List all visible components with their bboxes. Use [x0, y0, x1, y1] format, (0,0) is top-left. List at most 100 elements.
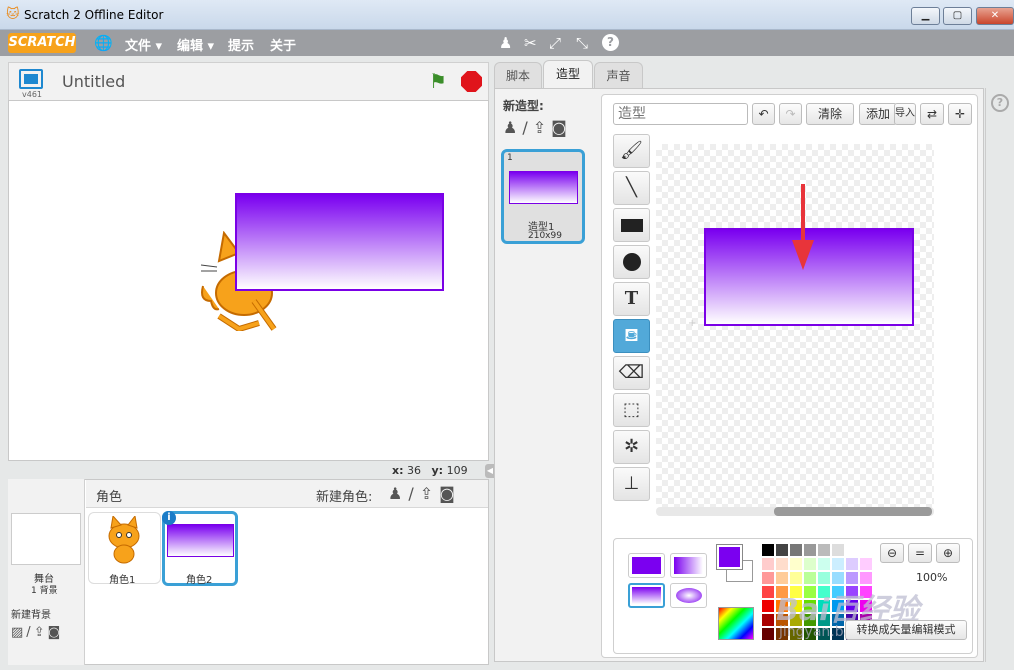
- color-swatch[interactable]: [818, 558, 830, 570]
- grow-icon[interactable]: ⤢: [549, 34, 561, 52]
- sprite-library-icon[interactable]: ♟: [388, 484, 408, 503]
- horizontal-scrollbar[interactable]: [656, 507, 934, 516]
- sprite-thumb-1[interactable]: 角色1: [88, 512, 161, 586]
- close-button[interactable]: ✕: [976, 7, 1014, 25]
- color-swatch[interactable]: [804, 544, 816, 556]
- color-swatch[interactable]: [790, 544, 802, 556]
- color-picker-spectrum[interactable]: [718, 607, 754, 640]
- fill-tool[interactable]: ⛾: [613, 319, 650, 353]
- help-icon[interactable]: ?: [602, 34, 619, 51]
- remove-background-tool[interactable]: ✲: [613, 430, 650, 464]
- color-swatch[interactable]: [804, 572, 816, 584]
- tab-sounds[interactable]: 声音: [594, 62, 643, 88]
- fullscreen-icon[interactable]: [19, 69, 43, 89]
- stop-icon[interactable]: [461, 71, 482, 92]
- menu-tips[interactable]: 提示: [228, 35, 254, 54]
- fill-vertical-gradient-option[interactable]: [628, 583, 665, 608]
- backdrop-camera-icon[interactable]: ◙: [48, 625, 64, 640]
- color-swatch[interactable]: [846, 544, 858, 556]
- menu-edit[interactable]: 编辑 ▾: [177, 35, 214, 54]
- sprite-paint-icon[interactable]: /: [408, 484, 419, 503]
- menu-about[interactable]: 关于: [270, 35, 296, 54]
- fill-horizontal-gradient-option[interactable]: [670, 553, 707, 578]
- costume-item-1[interactable]: 1 造型1 210x99: [501, 149, 585, 244]
- zoom-reset-button[interactable]: =: [908, 543, 932, 563]
- color-swatch[interactable]: [818, 572, 830, 584]
- green-flag-icon[interactable]: ⚑: [429, 69, 447, 93]
- sprite-camera-icon[interactable]: ◙: [439, 484, 461, 503]
- ellipse-tool[interactable]: [613, 245, 650, 279]
- backdrop-upload-icon[interactable]: ⇪: [34, 625, 48, 640]
- color-swatch[interactable]: [860, 572, 872, 584]
- color-swatch[interactable]: [832, 544, 844, 556]
- stage-canvas[interactable]: [8, 100, 489, 461]
- info-icon[interactable]: i: [162, 511, 176, 525]
- color-swatch[interactable]: [762, 558, 774, 570]
- set-center-button[interactable]: ✛: [948, 103, 972, 125]
- cut-scissors-icon[interactable]: ✂: [524, 34, 537, 52]
- import-button[interactable]: 导入: [894, 103, 916, 125]
- zoom-out-button[interactable]: ⊖: [880, 543, 904, 563]
- paint-canvas[interactable]: +: [656, 144, 934, 508]
- tab-costumes[interactable]: 造型: [543, 60, 593, 88]
- color-swatch[interactable]: [790, 572, 802, 584]
- costume-upload-icon[interactable]: ⇪: [533, 118, 551, 137]
- add-button[interactable]: 添加: [859, 103, 897, 125]
- maximize-button[interactable]: ▢: [943, 7, 972, 25]
- redo-button[interactable]: ↷: [779, 103, 802, 125]
- minimize-button[interactable]: ▁: [911, 7, 940, 25]
- scrollbar-thumb[interactable]: [774, 507, 932, 516]
- color-swatch[interactable]: [832, 558, 844, 570]
- sprite-upload-icon[interactable]: ⇪: [420, 484, 439, 503]
- backdrop-paint-icon[interactable]: /: [26, 625, 33, 640]
- scratch-logo[interactable]: SCRATCH: [8, 33, 76, 53]
- costume-library-icon[interactable]: ♟: [503, 118, 522, 137]
- clear-button[interactable]: 清除: [806, 103, 854, 125]
- zoom-in-button[interactable]: ⊕: [936, 543, 960, 563]
- text-tool[interactable]: T: [613, 282, 650, 316]
- tab-scripts[interactable]: 脚本: [494, 62, 542, 88]
- tips-help-icon[interactable]: ?: [991, 94, 1009, 112]
- costume-name-input[interactable]: [613, 103, 748, 125]
- undo-button[interactable]: ↶: [752, 103, 775, 125]
- duplicate-stamp-icon[interactable]: ♟: [499, 34, 512, 52]
- color-swatch[interactable]: [762, 544, 774, 556]
- color-swatch[interactable]: [762, 600, 774, 612]
- color-swatch[interactable]: [762, 628, 774, 640]
- menu-file[interactable]: 文件 ▾: [125, 35, 162, 54]
- costume-paint-icon[interactable]: /: [522, 118, 532, 137]
- color-swatch[interactable]: [832, 572, 844, 584]
- color-swatch[interactable]: [790, 558, 802, 570]
- primary-color-swatch[interactable]: [716, 544, 743, 570]
- color-swatch[interactable]: [776, 544, 788, 556]
- costume-camera-icon[interactable]: ◙: [551, 118, 572, 137]
- shrink-icon[interactable]: ⤡: [576, 34, 588, 52]
- color-swatch[interactable]: [818, 544, 830, 556]
- color-swatch[interactable]: [762, 614, 774, 626]
- color-swatch[interactable]: [776, 558, 788, 570]
- fill-solid-option[interactable]: [628, 553, 665, 578]
- stage-thumbnail[interactable]: [11, 513, 81, 565]
- rectangle-tool[interactable]: [613, 208, 650, 242]
- fill-radial-gradient-option[interactable]: [670, 583, 707, 608]
- sprite-thumb-2[interactable]: 角色2 i: [162, 511, 238, 586]
- globe-icon[interactable]: 🌐: [94, 34, 113, 52]
- project-title[interactable]: Untitled: [62, 72, 125, 91]
- color-swatch[interactable]: [846, 558, 858, 570]
- flip-horizontal-button[interactable]: ⇄: [920, 103, 944, 125]
- sprite2-gradient-rect[interactable]: [235, 193, 444, 291]
- select-tool[interactable]: ⬚: [613, 393, 650, 427]
- stamp-tool[interactable]: ⊥: [613, 467, 650, 501]
- brush-tool[interactable]: 🖌: [613, 134, 650, 168]
- color-swatch[interactable]: [762, 572, 774, 584]
- color-swatch[interactable]: [762, 586, 774, 598]
- line-tool[interactable]: ╲: [613, 171, 650, 205]
- eraser-tool[interactable]: ⌫: [613, 356, 650, 390]
- color-swatch[interactable]: [860, 544, 872, 556]
- color-swatch[interactable]: [846, 572, 858, 584]
- color-swatch[interactable]: [776, 572, 788, 584]
- convert-vector-button[interactable]: 转换成矢量编辑模式: [845, 620, 967, 640]
- backdrop-library-icon[interactable]: ▨: [11, 625, 26, 640]
- color-swatch[interactable]: [860, 558, 872, 570]
- color-swatch[interactable]: [804, 558, 816, 570]
